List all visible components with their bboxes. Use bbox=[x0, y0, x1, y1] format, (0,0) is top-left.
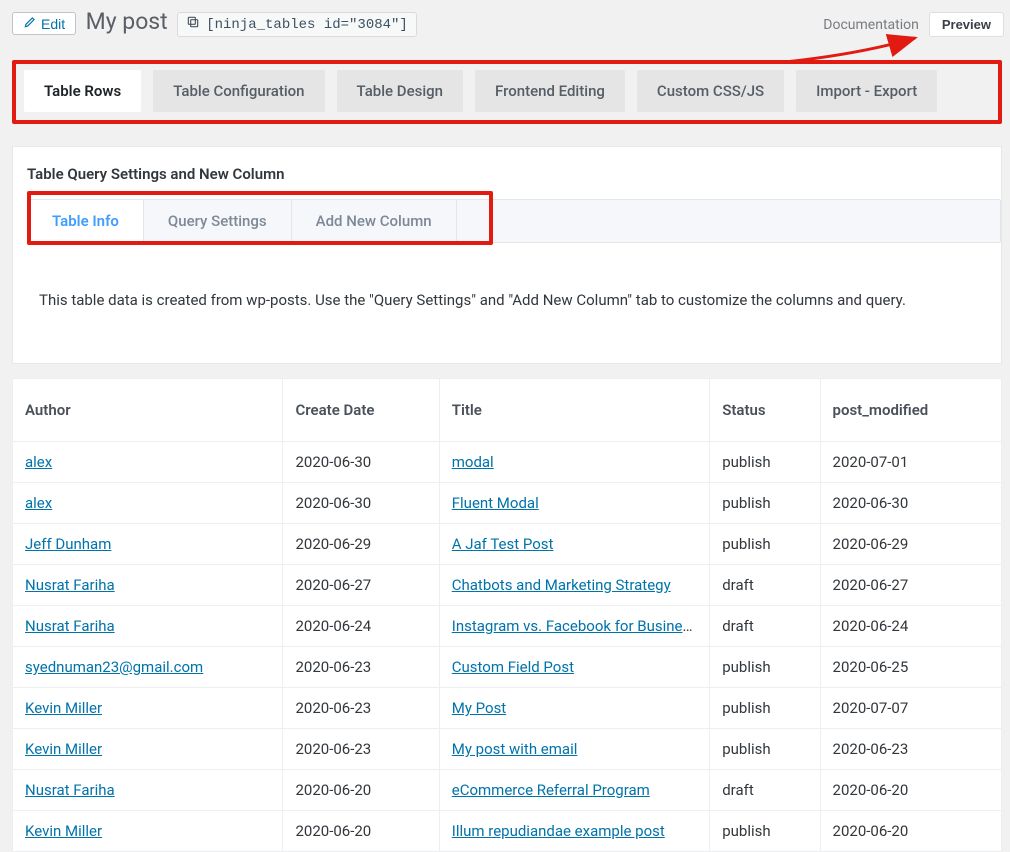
tab-table-design[interactable]: Table Design bbox=[337, 70, 464, 112]
tab-table-configuration[interactable]: Table Configuration bbox=[153, 70, 324, 112]
column-header[interactable]: Status bbox=[710, 379, 820, 442]
cell-create-date: 2020-06-23 bbox=[283, 729, 439, 770]
cell-create-date: 2020-06-27 bbox=[283, 565, 439, 606]
table-row: Kevin Miller 2020-06-23 My Post publish2020… bbox=[13, 688, 1002, 729]
tab-custom-css-js[interactable]: Custom CSS/JS bbox=[637, 70, 784, 112]
cell-status: publish bbox=[710, 524, 820, 565]
cell-post-modified: 2020-06-27 bbox=[820, 565, 1001, 606]
author-link[interactable]: Kevin Miller bbox=[25, 699, 102, 717]
table-row: Kevin Miller 2020-06-23 My post with email… bbox=[13, 729, 1002, 770]
tab-import-export[interactable]: Import - Export bbox=[796, 70, 937, 112]
cell-post-modified: 2020-06-24 bbox=[820, 606, 1001, 647]
author-link[interactable]: Nusrat Fariha bbox=[25, 617, 115, 635]
title-link[interactable]: modal bbox=[452, 453, 494, 471]
annotation-highlight-main-tabs: Table Rows Table Configuration Table Desig… bbox=[12, 60, 1002, 124]
settings-card-title: Table Query Settings and New Column bbox=[27, 165, 991, 183]
shortcode-chip[interactable]: [ninja_tables id="3084"] bbox=[177, 12, 417, 37]
cell-post-modified: 2020-06-25 bbox=[820, 647, 1001, 688]
cell-create-date: 2020-06-30 bbox=[283, 442, 439, 483]
table-row: alex 2020-06-30 modal publish2020-07-01 bbox=[13, 442, 1002, 483]
cell-create-date: 2020-06-20 bbox=[283, 811, 439, 852]
cell-status: draft bbox=[710, 770, 820, 811]
copy-icon bbox=[186, 15, 200, 34]
title-link[interactable]: eCommerce Referral Program bbox=[452, 781, 650, 799]
title-link[interactable]: Fluent Modal bbox=[452, 494, 539, 512]
cell-status: publish bbox=[710, 647, 820, 688]
posts-table: AuthorCreate DateTitleStatuspost_modifie… bbox=[12, 378, 1002, 852]
documentation-link[interactable]: Documentation bbox=[823, 17, 919, 33]
subtab-add-new-column[interactable]: Add New Column bbox=[292, 200, 457, 242]
title-link[interactable]: Chatbots and Marketing Strategy bbox=[452, 576, 671, 594]
title-link[interactable]: A Jaf Test Post bbox=[452, 535, 554, 553]
tab-frontend-editing[interactable]: Frontend Editing bbox=[475, 70, 625, 112]
cell-status: publish bbox=[710, 688, 820, 729]
table-row: syednuman23@gmail.com 2020-06-23 Custom Fi… bbox=[13, 647, 1002, 688]
table-row: alex2020-06-30Fluent Modalpublish2020-06… bbox=[13, 483, 1002, 524]
subtab-query-settings[interactable]: Query Settings bbox=[144, 200, 292, 242]
cell-post-modified: 2020-06-23 bbox=[820, 729, 1001, 770]
edit-button-label: Edit bbox=[41, 16, 65, 32]
author-link[interactable]: Jeff Dunham bbox=[25, 535, 111, 553]
author-link[interactable]: Kevin Miller bbox=[25, 740, 102, 758]
column-header[interactable]: Create Date bbox=[283, 379, 439, 442]
cell-create-date: 2020-06-24 bbox=[283, 606, 439, 647]
cell-create-date: 2020-06-20 bbox=[283, 770, 439, 811]
cell-post-modified: 2020-06-20 bbox=[820, 770, 1001, 811]
cell-post-modified: 2020-06-30 bbox=[820, 483, 1001, 524]
author-link[interactable]: Nusrat Fariha bbox=[25, 576, 115, 594]
author-link[interactable]: Kevin Miller bbox=[25, 822, 102, 840]
author-link[interactable]: alex bbox=[25, 494, 52, 512]
cell-status: publish bbox=[710, 729, 820, 770]
cell-status: publish bbox=[710, 483, 820, 524]
settings-panel-text: This table data is created from wp-posts… bbox=[27, 243, 991, 349]
cell-status: publish bbox=[710, 442, 820, 483]
page-title: My post bbox=[86, 8, 168, 35]
table-row: Kevin Miller 2020-06-20 Illum repudiandae … bbox=[13, 811, 1002, 852]
cell-create-date: 2020-06-30 bbox=[283, 483, 439, 524]
table-row: Nusrat Fariha 2020-06-24 Instagram vs. Fac… bbox=[13, 606, 1002, 647]
table-row: Jeff Dunham 2020-06-29 A Jaf Test Post publ… bbox=[13, 524, 1002, 565]
table-row: Nusrat Fariha 2020-06-20 eCommerce Referra… bbox=[13, 770, 1002, 811]
title-link[interactable]: Illum repudiandae example post bbox=[452, 822, 665, 840]
title-link[interactable]: My post with email bbox=[452, 740, 578, 758]
tab-table-rows[interactable]: Table Rows bbox=[24, 70, 141, 112]
shortcode-text: [ninja_tables id="3084"] bbox=[206, 17, 408, 33]
settings-card: Table Query Settings and New Column Tabl… bbox=[12, 146, 1002, 364]
column-header[interactable]: post_modified bbox=[820, 379, 1001, 442]
title-link[interactable]: My Post bbox=[452, 699, 507, 717]
column-header[interactable]: Author bbox=[13, 379, 283, 442]
table-row: Nusrat Fariha 2020-06-27 Chatbots and Mark… bbox=[13, 565, 1002, 606]
column-header[interactable]: Title bbox=[439, 379, 709, 442]
cell-status: draft bbox=[710, 565, 820, 606]
cell-status: publish bbox=[710, 811, 820, 852]
title-link[interactable]: Custom Field Post bbox=[452, 658, 574, 676]
title-link[interactable]: Instagram vs. Facebook for Business bbox=[452, 617, 698, 635]
cell-create-date: 2020-06-29 bbox=[283, 524, 439, 565]
preview-button[interactable]: Preview bbox=[929, 12, 1004, 37]
pencil-icon bbox=[23, 15, 37, 32]
edit-button[interactable]: Edit bbox=[12, 12, 76, 35]
author-link[interactable]: alex bbox=[25, 453, 52, 471]
cell-post-modified: 2020-07-01 bbox=[820, 442, 1001, 483]
cell-post-modified: 2020-07-07 bbox=[820, 688, 1001, 729]
cell-post-modified: 2020-06-29 bbox=[820, 524, 1001, 565]
author-link[interactable]: syednuman23@gmail.com bbox=[25, 658, 203, 676]
cell-create-date: 2020-06-23 bbox=[283, 688, 439, 729]
author-link[interactable]: Nusrat Fariha bbox=[25, 781, 115, 799]
cell-create-date: 2020-06-23 bbox=[283, 647, 439, 688]
cell-status: draft bbox=[710, 606, 820, 647]
subtab-table-info[interactable]: Table Info bbox=[28, 200, 144, 242]
cell-post-modified: 2020-06-20 bbox=[820, 811, 1001, 852]
